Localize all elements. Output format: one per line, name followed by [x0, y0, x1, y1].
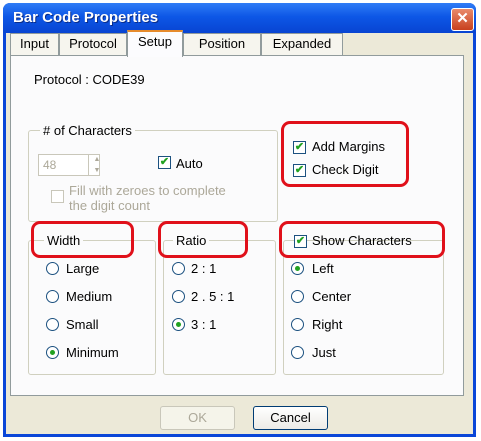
tab-setup[interactable]: Setup — [127, 30, 183, 57]
show-just-label: Just — [312, 345, 336, 360]
tab-expanded[interactable]: Expanded — [261, 33, 343, 55]
close-button[interactable]: ✕ — [451, 8, 474, 31]
ratio-group — [163, 240, 276, 375]
auto-checkbox[interactable]: ✔ — [158, 156, 171, 169]
show-just-radio[interactable] — [291, 346, 304, 359]
show-left-label: Left — [312, 261, 334, 276]
fill-zeroes-label-line2: the digit count — [69, 198, 150, 213]
character-count-stepper[interactable]: ▲ ▼ — [88, 154, 105, 176]
auto-label: Auto — [176, 156, 203, 171]
width-medium-label: Medium — [66, 289, 113, 304]
show-left-radio[interactable] — [291, 262, 304, 275]
show-characters-group — [283, 240, 444, 375]
highlight-options — [281, 121, 409, 187]
cancel-button[interactable]: Cancel — [253, 406, 328, 430]
ok-button[interactable]: OK — [160, 406, 235, 430]
fill-zeroes-label-line1: Fill with zeroes to complete — [69, 183, 226, 198]
close-icon: ✕ — [456, 10, 469, 27]
title-bar[interactable]: Bar Code Properties ✕ — [3, 3, 476, 33]
highlight-show-characters — [279, 221, 445, 258]
width-small-radio[interactable] — [46, 318, 59, 331]
spin-up-icon: ▲ — [93, 156, 101, 163]
tab-position[interactable]: Position — [183, 33, 261, 55]
ratio-2-5-1-radio[interactable] — [172, 290, 185, 303]
window-title: Bar Code Properties — [13, 9, 159, 26]
width-small-label: Small — [66, 317, 99, 332]
ratio-2-1-radio[interactable] — [172, 262, 185, 275]
highlight-ratio — [158, 221, 248, 258]
ratio-3-1-label: 3 : 1 — [191, 317, 217, 332]
show-right-label: Right — [312, 317, 343, 332]
tab-protocol[interactable]: Protocol — [59, 33, 127, 55]
show-center-label: Center — [312, 289, 352, 304]
ratio-3-1-radio[interactable] — [172, 318, 185, 331]
width-medium-radio[interactable] — [46, 290, 59, 303]
show-right-radio[interactable] — [291, 318, 304, 331]
width-minimum-radio[interactable] — [46, 346, 59, 359]
width-large-label: Large — [66, 261, 100, 276]
protocol-label: Protocol : CODE39 — [34, 72, 145, 87]
fill-zeroes-checkbox[interactable] — [51, 190, 64, 203]
ratio-2-5-1-label: 2 . 5 : 1 — [191, 289, 235, 304]
spin-down-icon: ▼ — [93, 167, 101, 174]
characters-legend: # of Characters — [40, 123, 135, 138]
width-minimum-label: Minimum — [66, 345, 119, 360]
highlight-width — [31, 221, 134, 258]
width-large-radio[interactable] — [46, 262, 59, 275]
characters-group — [28, 130, 278, 222]
show-center-radio[interactable] — [291, 290, 304, 303]
ratio-2-1-label: 2 : 1 — [191, 261, 217, 276]
tab-input[interactable]: Input — [10, 33, 59, 55]
